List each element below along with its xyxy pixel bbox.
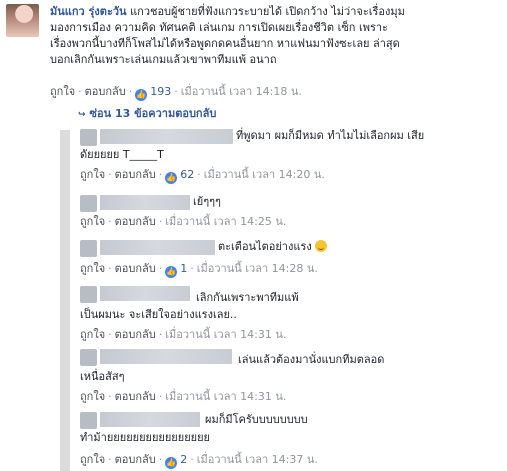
reply-1-text-line-2: ดัยยยยย T_____T (80, 148, 164, 161)
reply-avatar[interactable] (80, 412, 97, 429)
reply-author-redacted[interactable] (100, 349, 232, 364)
timestamp[interactable]: เมื่อวานนี้ เวลา 14:18 น. (181, 85, 302, 98)
reply-avatar[interactable] (80, 129, 97, 146)
reply-avatar[interactable] (80, 240, 97, 257)
reply-button[interactable]: ตอบกลับ (115, 390, 156, 403)
like-button[interactable]: ถูกใจ (80, 328, 105, 341)
reply-3-actions: ถูกใจ · ตอบกลับ · 👍 1 · เมื่อวานนี้ เวลา 14:28 … (80, 262, 318, 278)
reply-4-text-line-1: เลิกกันเพราะพาทีมแพ้ (196, 291, 299, 304)
comment-line-1: แกวชอบผู้ชายที่ฟังแกวระบายได้ เปิดกว้าง … (130, 5, 405, 18)
like-count[interactable]: 62 (180, 168, 194, 181)
timestamp[interactable]: เมื่อวานนี้ เวลา 14:37 น. (197, 453, 318, 466)
reply-avatar[interactable] (80, 286, 97, 303)
reply-button[interactable]: ตอบกลับ (115, 328, 156, 341)
like-count[interactable]: 193 (150, 85, 171, 98)
reply-6-text-line-2: ทำม้ายยยยยยยยยยยยยยยย (80, 431, 210, 444)
like-button[interactable]: ถูกใจ (80, 453, 105, 466)
smile-emoji-icon (315, 240, 328, 252)
reply-avatar[interactable] (80, 195, 97, 212)
like-button[interactable]: ถูกใจ (80, 262, 105, 275)
like-button[interactable]: ถูกใจ (80, 215, 105, 228)
thread-line (60, 130, 70, 471)
reply-author-redacted[interactable] (100, 412, 200, 427)
reply-button[interactable]: ตอบกลับ (85, 85, 126, 98)
reply-button[interactable]: ตอบกลับ (115, 262, 156, 275)
reply-3-text: ตะเตือนไตอย่างแรง (218, 239, 328, 255)
comment-line-2: มองการเมือง ความคิด ทัศนคติ เล่นเกม การเ… (50, 21, 388, 34)
like-button[interactable]: ถูกใจ (80, 390, 105, 403)
timestamp[interactable]: เมื่อวานนี้ เวลา 14:31 น. (165, 328, 286, 341)
author-name[interactable]: มันแกว รุ่งตะวัน (50, 5, 127, 18)
reply-2-text: เย้ๆๆๆ (193, 195, 221, 208)
timestamp[interactable]: เมื่อวานนี้ เวลา 14:31 น. (165, 390, 286, 403)
reply-5-text-line-1: เล่นแล้วต้องมานั่งแบกทีมตลอด (238, 353, 385, 366)
reply-1-actions: ถูกใจ · ตอบกลับ · 👍 62 · เมื่อวานนี้ เวลา 14:20… (80, 168, 325, 184)
reply-button[interactable]: ตอบกลับ (115, 215, 156, 228)
like-thumb-icon: 👍 (165, 172, 178, 184)
reply-6-actions: ถูกใจ · ตอบกลับ · 👍 2 · เมื่อวานนี้ เวลา 14:37 … (80, 453, 318, 469)
reply-5-text-line-2: เหนื่อสัสๆ (80, 370, 125, 383)
hide-replies-toggle[interactable]: ↪ ซ่อน 13 ข้อความตอบกลับ (78, 104, 216, 122)
reply-2-actions: ถูกใจ · ตอบกลับ · เมื่อวานนี้ เวลา 14:25 น. (80, 215, 287, 228)
reply-6-text-line-1: ผมก็มีโครับบบบบบบบ (205, 413, 308, 426)
like-button[interactable]: ถูกใจ (80, 168, 105, 181)
reply-button[interactable]: ตอบกลับ (115, 168, 156, 181)
timestamp[interactable]: เมื่อวานนี้ เวลา 14:20 น. (204, 168, 325, 181)
timestamp[interactable]: เมื่อวานนี้ เวลา 14:25 น. (165, 215, 286, 228)
reply-4-text-line-2: เป็นผมนะ จะเสียใจอย่างแรงเลย.. (80, 308, 237, 321)
reply-author-redacted[interactable] (100, 240, 215, 255)
author-avatar[interactable] (6, 4, 39, 37)
reply-4-actions: ถูกใจ · ตอบกลับ · เมื่อวานนี้ เวลา 14:31 น. (80, 328, 287, 341)
reply-avatar[interactable] (80, 349, 97, 366)
main-comment: มันแกว รุ่งตะวัน แกวชอบผู้ชายที่ฟังแกวระ… (50, 4, 495, 68)
hide-replies-label: ซ่อน 13 ข้อความตอบกลับ (89, 107, 217, 120)
reply-author-redacted[interactable] (100, 195, 190, 210)
comment-line-4: บอกเลิกกันเพราะเล่นเกมแล้วเขาพาทีมแพ้ อน… (50, 53, 277, 66)
reply-author-redacted[interactable] (100, 286, 190, 301)
reply-button[interactable]: ตอบกลับ (115, 453, 156, 466)
like-thumb-icon: 👍 (135, 89, 148, 101)
reply-1-text-line-1: ที่พูดมา ผมก็มีหมด ทำไมไม่เลือกผม เสีย (236, 129, 425, 142)
reply-3-text-label: ตะเตือนไตอย่างแรง (218, 240, 312, 253)
reply-5-actions: ถูกใจ · ตอบกลับ · เมื่อวานนี้ เวลา 14:31 น. (80, 390, 287, 403)
like-thumb-icon: 👍 (165, 266, 178, 278)
comment-line-3: เรื่องพวกนี้บางทีก็โพสไม่ได้หรือพูดกดคนอ… (50, 37, 400, 50)
arrow-icon: ↪ (78, 110, 86, 120)
like-button[interactable]: ถูกใจ (50, 85, 75, 98)
like-thumb-icon: 👍 (165, 457, 178, 469)
timestamp[interactable]: เมื่อวานนี้ เวลา 14:28 น. (197, 262, 318, 275)
reply-author-redacted[interactable] (100, 129, 233, 144)
main-comment-actions: ถูกใจ · ตอบกลับ · 👍 193 · เมื่อวานนี้ เวลา 14:1… (50, 85, 302, 101)
